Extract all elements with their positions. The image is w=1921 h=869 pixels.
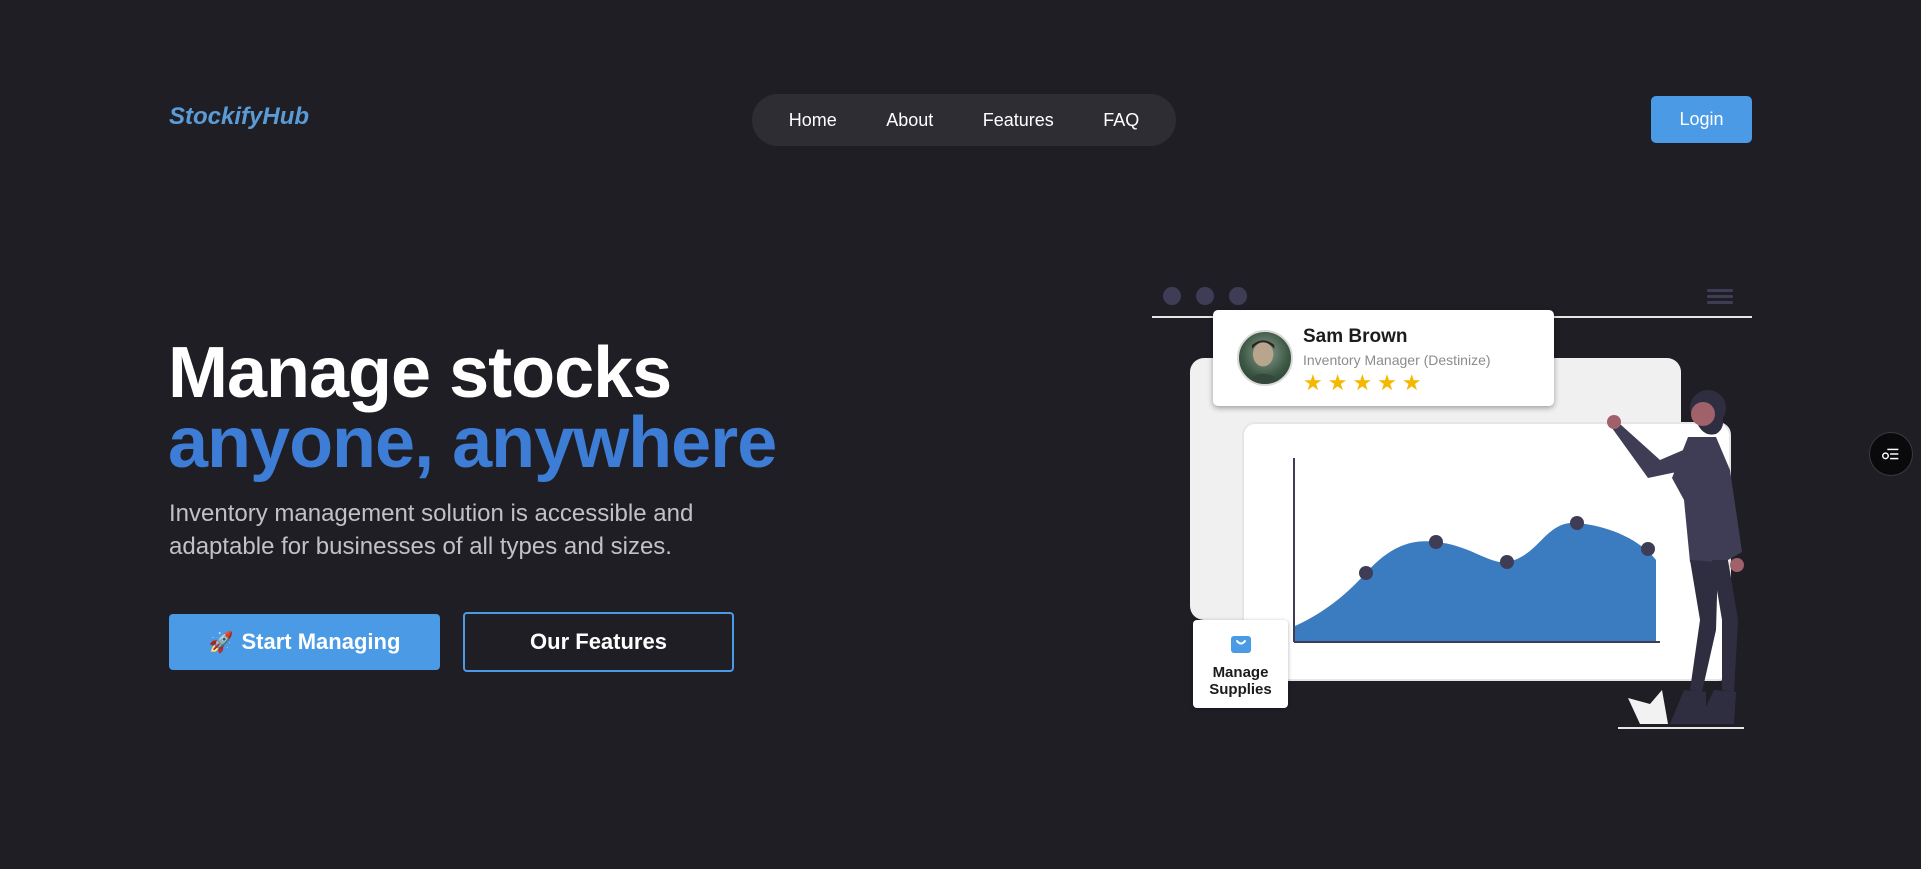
star-rating: ★★★★★ (1303, 370, 1427, 395)
chart-point (1429, 535, 1443, 549)
hamburger-icon (1707, 289, 1733, 304)
testimonial-role: Inventory Manager (Destinize) (1303, 352, 1491, 368)
chart-point (1500, 555, 1514, 569)
testimonial-card: Sam Brown Inventory Manager (Destinize) … (1213, 310, 1554, 406)
nav-faq[interactable]: FAQ (1103, 110, 1139, 131)
shopping-bag-icon (1231, 636, 1251, 653)
hero-subtitle: Inventory management solution is accessi… (169, 500, 694, 560)
avatar-face-icon (1242, 340, 1284, 384)
nav-home[interactable]: Home (789, 110, 837, 131)
our-features-button[interactable]: Our Features (463, 612, 734, 672)
nav-features[interactable]: Features (983, 110, 1054, 131)
hero-title-line1: Manage stocks (168, 333, 672, 413)
chart-point (1570, 516, 1584, 530)
avatar (1237, 330, 1293, 386)
window-dot (1163, 287, 1181, 305)
rocket-icon: 🚀 (208, 631, 234, 654)
login-button[interactable]: Login (1651, 96, 1752, 143)
chart-point (1359, 566, 1373, 580)
hero-title: Manage stocks anyone, anywhere (168, 337, 777, 483)
nav-about[interactable]: About (886, 110, 933, 131)
manage-supplies-label: Manage Supplies (1209, 664, 1272, 698)
window-dot (1229, 287, 1247, 305)
manage-supplies-card: Manage Supplies (1193, 620, 1288, 708)
floating-menu-button[interactable] (1869, 432, 1913, 476)
start-managing-button[interactable]: 🚀 Start Managing (169, 614, 440, 670)
hero-title-line2: anyone, anywhere (168, 403, 777, 483)
start-managing-label: Start Managing (241, 629, 401, 654)
window-dot (1196, 287, 1214, 305)
main-nav: Home About Features FAQ (752, 94, 1176, 146)
testimonial-name: Sam Brown (1303, 326, 1408, 347)
brand-logo[interactable]: StockifyHub (169, 103, 309, 131)
list-settings-icon (1882, 448, 1899, 460)
chart-point (1641, 542, 1655, 556)
